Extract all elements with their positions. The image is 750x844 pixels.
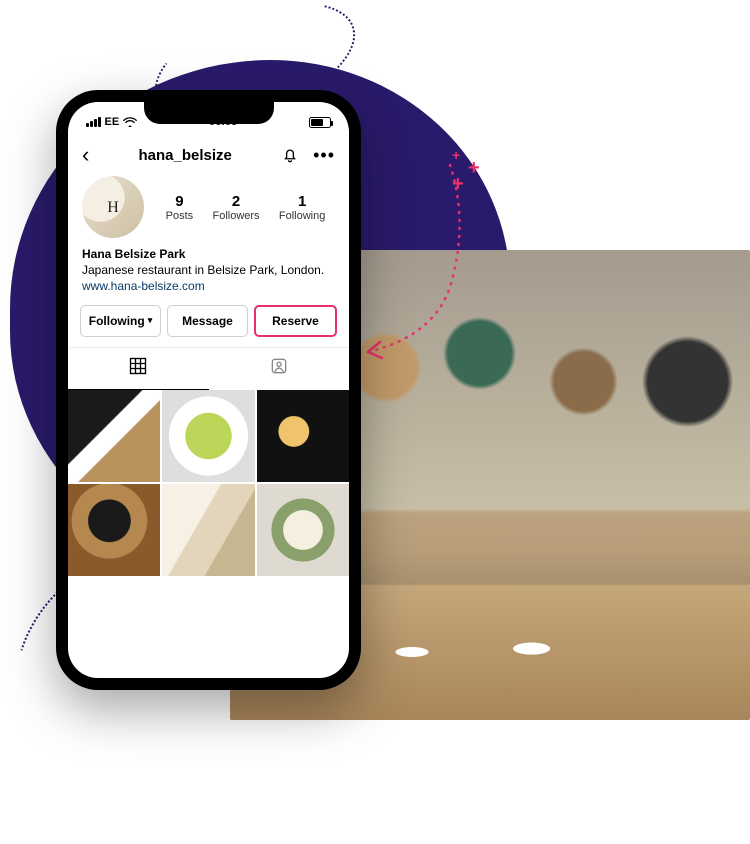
battery-icon (309, 117, 331, 128)
wifi-icon (123, 117, 137, 127)
stat-posts-count: 9 (166, 193, 194, 210)
post-thumbnail[interactable] (257, 484, 349, 576)
stat-following-count: 1 (279, 193, 325, 210)
grid-icon (128, 356, 148, 376)
tagged-icon (269, 356, 289, 376)
phone-screen: EE 06:08 ‹ hana_belsize ••• (68, 102, 349, 678)
phone-frame: EE 06:08 ‹ hana_belsize ••• (56, 90, 361, 690)
more-options-icon[interactable]: ••• (313, 146, 335, 164)
post-thumbnail[interactable] (162, 390, 254, 482)
bio-description: Japanese restaurant in Belsize Park, Lon… (82, 262, 335, 278)
post-thumbnail[interactable] (162, 484, 254, 576)
profile-bio: Hana Belsize Park Japanese restaurant in… (68, 242, 349, 303)
message-button-label: Message (182, 314, 233, 328)
following-button[interactable]: Following ▾ (80, 305, 161, 337)
cellular-signal-icon (86, 117, 101, 127)
tab-grid[interactable] (68, 348, 209, 390)
stat-following[interactable]: 1 Following (279, 193, 325, 222)
posts-grid (68, 390, 349, 577)
stat-followers-count: 2 (212, 193, 259, 210)
stat-posts[interactable]: 9 Posts (166, 193, 194, 222)
post-thumbnail[interactable] (68, 484, 160, 576)
display-name: Hana Belsize Park (82, 246, 335, 262)
username-title: hana_belsize (97, 147, 273, 164)
post-thumbnail[interactable] (257, 390, 349, 482)
post-thumbnail[interactable] (68, 390, 160, 482)
profile-stats-row: 9 Posts 2 Followers 1 Following (68, 172, 349, 242)
phone-notch (144, 102, 274, 124)
chevron-down-icon: ▾ (148, 315, 153, 326)
notifications-bell-icon[interactable] (281, 146, 299, 164)
profile-header: ‹ hana_belsize ••• (68, 134, 349, 172)
carrier-label: EE (105, 116, 120, 128)
reserve-button-label: Reserve (272, 314, 319, 328)
stat-followers-label: Followers (212, 210, 259, 222)
profile-tabs (68, 347, 349, 390)
following-button-label: Following (89, 314, 145, 328)
profile-action-row: Following ▾ Message Reserve (68, 303, 349, 347)
message-button[interactable]: Message (167, 305, 248, 337)
stat-followers[interactable]: 2 Followers (212, 193, 259, 222)
stat-following-label: Following (279, 210, 325, 222)
tab-tagged[interactable] (209, 348, 350, 390)
reserve-button[interactable]: Reserve (254, 305, 337, 337)
avatar[interactable] (82, 176, 144, 238)
back-button[interactable]: ‹ (82, 144, 89, 166)
stat-posts-label: Posts (166, 210, 194, 222)
bio-website-link[interactable]: www.hana-belsize.com (82, 278, 335, 294)
